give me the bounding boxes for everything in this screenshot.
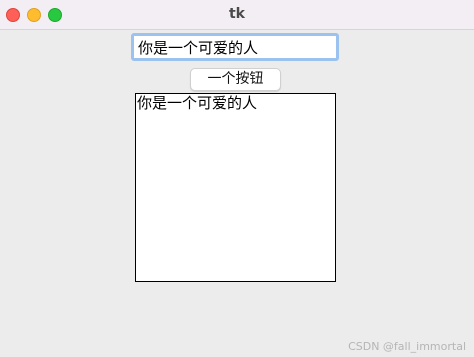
text-area[interactable]: 你是一个可爱的人	[135, 93, 336, 282]
watermark: CSDN @fall_immortal	[348, 340, 466, 353]
action-button[interactable]: 一个按钮	[190, 68, 281, 91]
text-entry[interactable]	[131, 33, 339, 61]
title-bar: tk	[0, 0, 474, 30]
app-window: tk 一个按钮 你是一个可爱的人 CSDN @fall_immortal	[0, 0, 474, 357]
window-title: tk	[228, 6, 245, 22]
